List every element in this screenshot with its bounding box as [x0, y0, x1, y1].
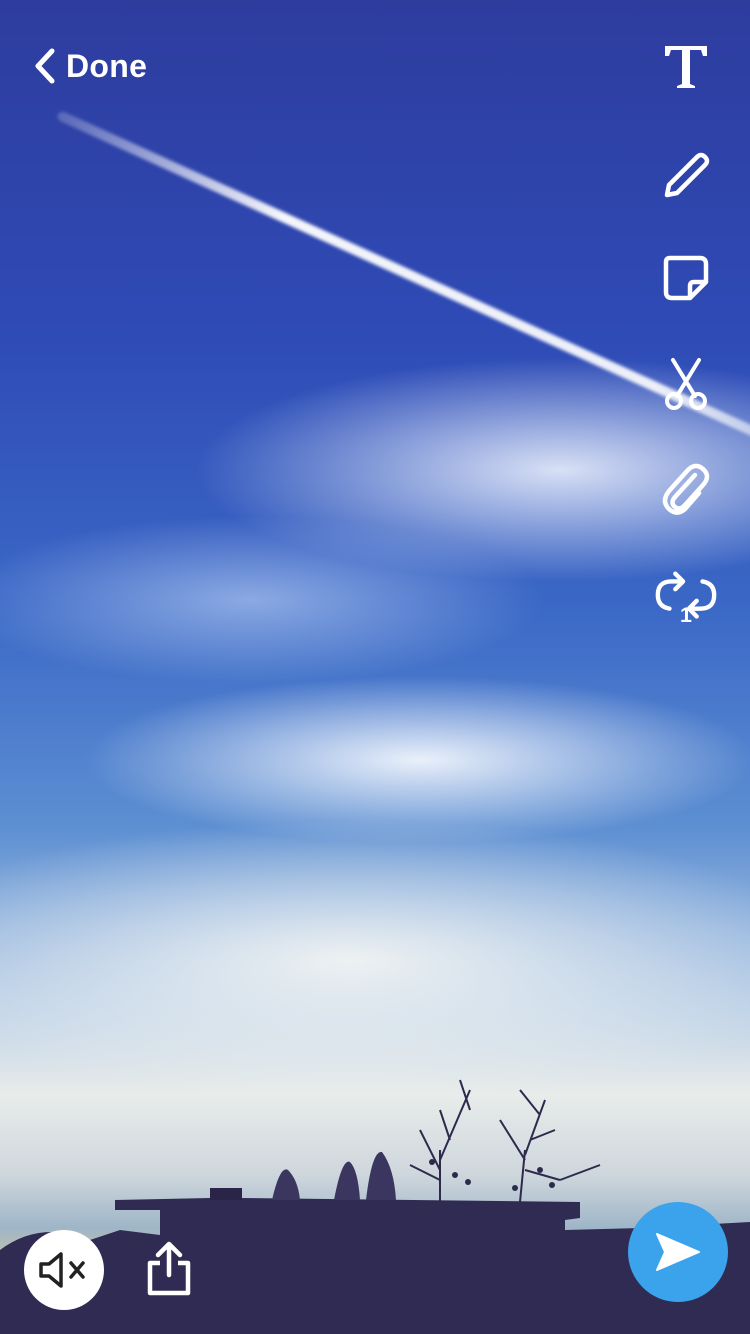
pencil-icon [664, 152, 710, 198]
chevron-left-icon [35, 48, 55, 84]
snap-photo [0, 0, 750, 1334]
paperclip-tool-button[interactable] [652, 456, 720, 524]
scissors-icon [665, 358, 707, 410]
paperclip-icon [662, 463, 710, 515]
draw-tool-button[interactable] [652, 138, 720, 206]
send-button[interactable] [628, 1202, 728, 1302]
scissors-tool-button[interactable] [652, 350, 720, 418]
loop-count-label: 1 [680, 603, 692, 625]
done-label: Done [66, 47, 148, 84]
share-icon [147, 1241, 191, 1296]
loop-icon: 1 [655, 571, 717, 625]
send-arrow-icon [656, 1233, 700, 1271]
loop-tool-button[interactable]: 1 [652, 562, 720, 630]
share-button[interactable] [138, 1238, 200, 1300]
text-tool-button[interactable] [652, 32, 720, 100]
contrail [55, 110, 750, 460]
rooftop-silhouette [0, 1079, 750, 1334]
sticker-tool-button[interactable] [652, 244, 720, 312]
done-button[interactable]: Done [34, 44, 147, 88]
sticker-icon [663, 255, 709, 301]
mute-button[interactable] [24, 1230, 104, 1310]
speaker-muted-icon [39, 1252, 85, 1288]
text-icon [665, 46, 707, 88]
